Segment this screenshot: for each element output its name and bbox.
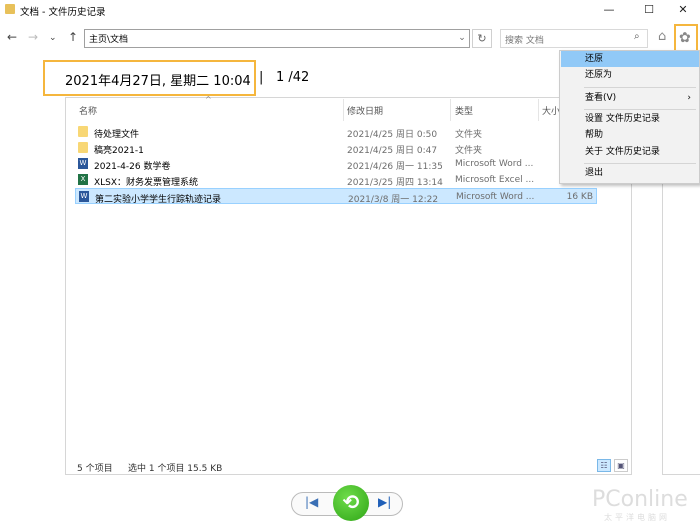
file-date: 2021/4/25 周日 0:47 [347,146,438,156]
window-title: 文档 - 文件历史记录 [20,7,106,18]
file-name: 待处理文件 [94,130,140,140]
details-view-button[interactable]: ☷ [597,459,611,472]
file-type: 文件夹 [455,130,483,140]
large-icons-view-button[interactable]: ▣ [614,459,628,472]
menu-divider [584,163,696,164]
menu-divider [584,109,696,110]
file-date: 2021/3/8 周一 12:22 [348,195,439,205]
file-row[interactable]: X XLSX：财务发票管理系统 2021/3/25 周四 13:14 Micro… [75,172,597,188]
menu-item-exit[interactable]: 退出 [561,165,699,181]
maximize-button[interactable]: ☐ [634,0,664,20]
restore-button[interactable]: ⟲ [333,485,369,521]
snapshot-separator: | [259,70,264,85]
column-header-date[interactable]: 修改日期 [347,104,383,117]
menu-item-help[interactable]: 帮助 [561,127,699,143]
selection-info: 选中 1 个项目 15.5 KB [128,464,223,474]
file-row[interactable]: 稿亮2021-1 2021/4/25 周日 0:47 文件夹 [75,140,597,156]
home-icon[interactable]: ⌂ [658,29,666,44]
file-type: Microsoft Excel ... [455,175,535,185]
file-size: 16 KB [566,192,593,202]
column-header-type[interactable]: 类型 [455,104,473,117]
file-date: 2021/3/25 周四 13:14 [347,178,443,188]
next-version-button[interactable]: ▶| [378,495,391,509]
file-row[interactable]: 待处理文件 2021/4/25 周日 0:50 文件夹 [75,124,597,140]
forward-button[interactable]: → [28,30,38,44]
recent-locations-button[interactable]: ⌄ [49,33,57,43]
back-button[interactable]: ← [7,30,17,44]
file-date: 2021/4/25 周日 0:50 [347,130,438,140]
file-type: 文件夹 [455,146,483,156]
previous-version-button[interactable]: |◀ [305,495,318,509]
sort-ascending-icon: ^ [205,95,212,104]
file-row[interactable]: W 2021-4-26 数学卷 2021/4/26 周一 11:35 Micro… [75,156,597,172]
search-input[interactable]: 搜索 文档 [500,29,648,48]
menu-divider [584,87,696,88]
column-divider[interactable] [343,99,344,121]
file-name: 稿亮2021-1 [94,146,144,156]
item-count: 5 个项目 [77,464,113,474]
menu-item-about[interactable]: 关于 文件历史记录 [561,144,699,160]
column-divider[interactable] [450,99,451,121]
app-icon [5,4,15,14]
watermark-logo: PConline [592,487,688,512]
up-button[interactable]: ↑ [68,30,78,44]
watermark-subtitle: 太平洋电脑网 [604,513,670,522]
address-dropdown-icon[interactable]: ⌄ [455,30,469,47]
folder-icon [78,126,88,137]
file-row[interactable]: W 第二实验小学学生行踪轨迹记录 2021/3/8 周一 12:22 Micro… [75,188,597,205]
address-bar[interactable]: 主页\文档 [84,29,470,48]
excel-icon: X [78,174,88,185]
column-header-name[interactable]: 名称 [79,104,97,117]
search-icon[interactable]: ⌕ [634,31,640,42]
gear-icon[interactable]: ✿ [679,30,691,46]
word-icon: W [78,158,88,169]
column-header-size[interactable]: 大小 [542,104,560,117]
file-type: Microsoft Word ... [456,192,535,202]
file-date: 2021/4/26 周一 11:35 [347,162,443,172]
folder-icon [78,142,88,153]
chevron-right-icon: › [687,93,691,103]
column-divider[interactable] [538,99,539,121]
minimize-button[interactable]: — [594,0,624,20]
menu-item-restore[interactable]: 还原 [561,51,699,67]
file-type: Microsoft Word ... [455,159,534,169]
file-name: 2021-4-26 数学卷 [94,162,171,172]
refresh-button[interactable]: ↻ [472,29,492,48]
gear-context-menu: 还原 还原为 查看(V) › 设置 文件历史记录 帮助 关于 文件历史记录 退出 [559,50,700,184]
close-button[interactable]: ✕ [668,0,698,20]
file-name: XLSX：财务发票管理系统 [94,178,199,188]
file-name: 第二实验小学学生行踪轨迹记录 [95,195,222,205]
menu-item-view[interactable]: 查看(V) › [561,90,699,106]
snapshot-date: 2021年4月27日, 星期二 10:04 [65,74,251,89]
snapshot-page: 1 /42 [276,70,310,85]
menu-item-restore-to[interactable]: 还原为 [561,67,699,83]
menu-item-label: 查看(V) [585,93,617,103]
word-icon: W [79,191,89,202]
menu-item-settings[interactable]: 设置 文件历史记录 [561,111,699,127]
